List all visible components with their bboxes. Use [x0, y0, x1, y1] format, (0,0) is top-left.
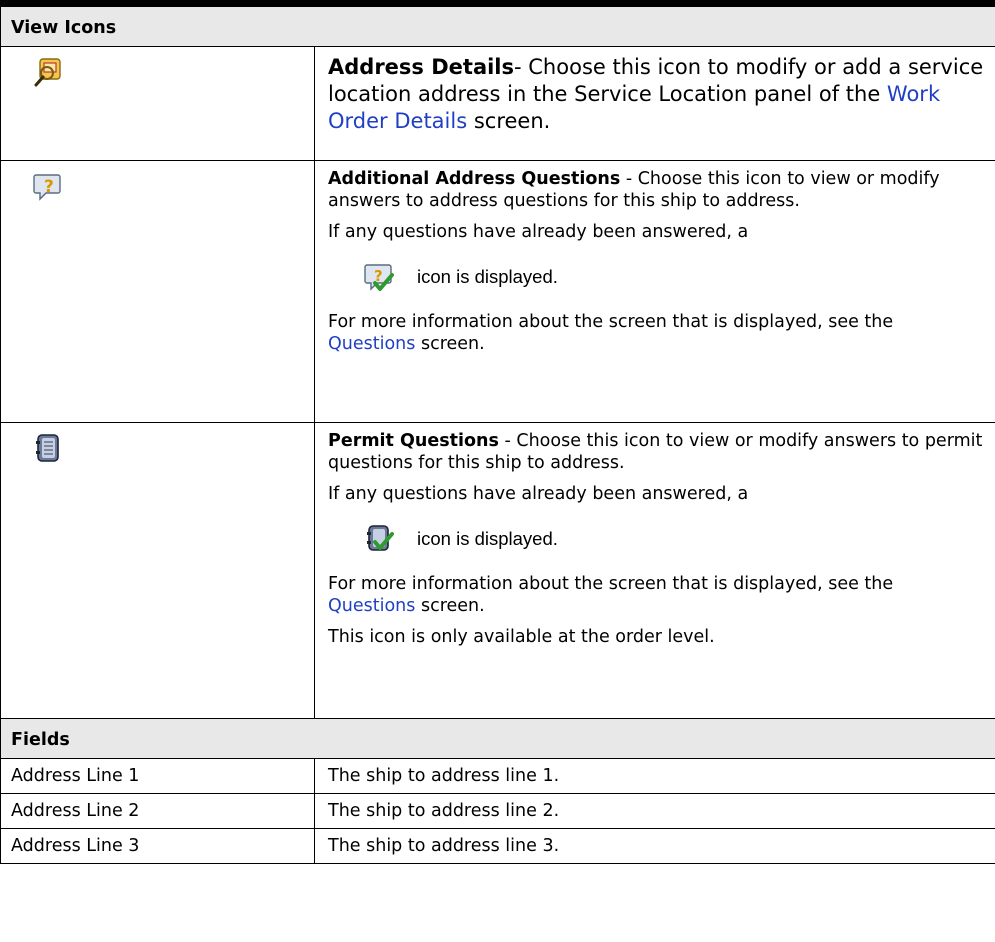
view-icons-header: View Icons: [0, 6, 995, 47]
address-details-description: Address Details- Choose this icon to mod…: [314, 46, 995, 161]
view-icons-header-row: View Icons: [0, 6, 995, 47]
answered-address-questions-icon: ?: [363, 261, 395, 293]
additional-questions-more-b: screen.: [415, 334, 485, 354]
field-description: The ship to address line 2.: [314, 793, 995, 829]
additional-questions-more-a: For more information about the screen th…: [328, 312, 894, 332]
field-row: Address Line 3 The ship to address line …: [0, 828, 995, 864]
additional-address-questions-row: ? Additional Address Questions - Choose …: [0, 160, 995, 423]
address-details-icon-cell: [0, 46, 315, 161]
fields-header-row: Fields: [0, 718, 995, 759]
field-description: The ship to address line 3.: [314, 828, 995, 864]
permit-questions-answered-line: icon is displayed.: [328, 514, 985, 564]
additional-questions-answered-text: If any questions have already been answe…: [328, 222, 749, 242]
permit-questions-row: Permit Questions - Choose this icon to v…: [0, 422, 995, 719]
field-row: Address Line 2 The ship to address line …: [0, 793, 995, 829]
field-description: The ship to address line 1.: [314, 758, 995, 794]
svg-text:?: ?: [44, 177, 54, 197]
answered-permit-questions-icon: [363, 523, 395, 555]
additional-questions-description: Additional Address Questions - Choose th…: [314, 160, 995, 423]
additional-questions-answered-line: ? icon is displayed.: [328, 252, 985, 302]
additional-address-questions-icon[interactable]: ?: [32, 170, 314, 202]
permit-questions-icon-caption: icon is displayed.: [417, 528, 558, 549]
field-name: Address Line 2: [0, 793, 315, 829]
field-name: Address Line 3: [0, 828, 315, 864]
view-icons-table: View Icons Address Details- Choose this …: [0, 6, 995, 864]
permit-questions-answered-text: If any questions have already been answe…: [328, 484, 749, 504]
permit-questions-note: This icon is only available at the order…: [328, 627, 715, 647]
address-details-row: Address Details- Choose this icon to mod…: [0, 46, 995, 161]
address-details-text-b: screen.: [467, 109, 551, 133]
permit-questions-icon[interactable]: [32, 432, 314, 464]
questions-link-2[interactable]: Questions: [328, 596, 415, 616]
additional-questions-icon-caption: icon is displayed.: [417, 266, 558, 287]
permit-questions-more-b: screen.: [415, 596, 485, 616]
additional-questions-title: Additional Address Questions: [328, 169, 621, 189]
permit-questions-title: Permit Questions: [328, 431, 499, 451]
address-details-title: Address Details: [328, 55, 515, 79]
additional-questions-icon-cell: ?: [0, 160, 315, 423]
permit-questions-description: Permit Questions - Choose this icon to v…: [314, 422, 995, 719]
field-row: Address Line 1 The ship to address line …: [0, 758, 995, 794]
permit-questions-more-a: For more information about the screen th…: [328, 574, 894, 594]
questions-link-1[interactable]: Questions: [328, 334, 415, 354]
fields-header: Fields: [0, 718, 995, 759]
address-details-icon[interactable]: [32, 56, 314, 88]
permit-questions-icon-cell: [0, 422, 315, 719]
field-name: Address Line 1: [0, 758, 315, 794]
